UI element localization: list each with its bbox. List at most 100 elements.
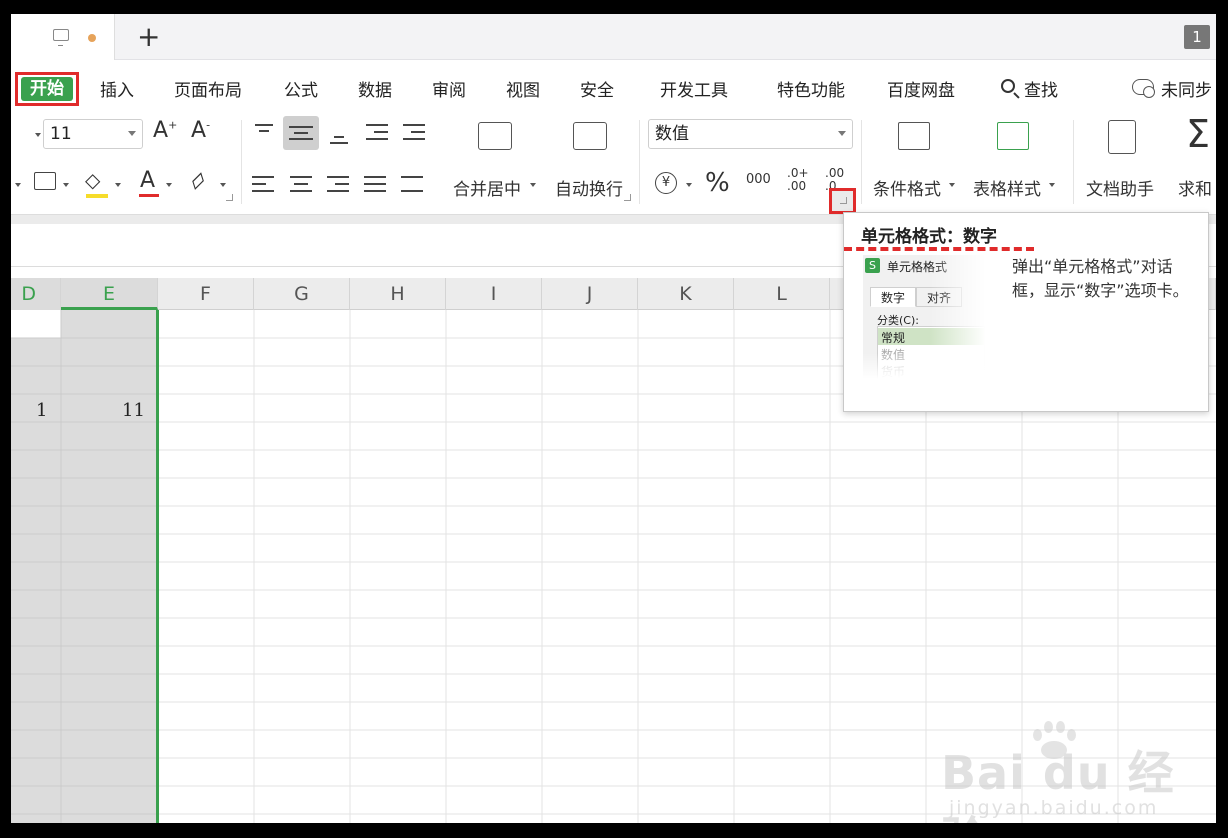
wrap-text-button[interactable]: 自动换行 xyxy=(555,175,623,200)
menu-tab-features[interactable]: 特色功能 xyxy=(777,76,845,101)
font-size-value: 11 xyxy=(50,124,72,144)
cloud-sync-icon xyxy=(1132,79,1155,98)
menu-tab-view[interactable]: 视图 xyxy=(506,76,540,101)
chevron-down-icon xyxy=(838,131,846,136)
align-right-icon[interactable] xyxy=(327,176,351,196)
document-assistant-button[interactable]: 文档助手 xyxy=(1086,175,1154,200)
align-bottom-icon[interactable] xyxy=(328,126,352,146)
preview-list-item: 常规 xyxy=(881,331,906,345)
column-header-f[interactable]: F xyxy=(158,278,254,310)
table-style-dropdown-arrow[interactable] xyxy=(1049,183,1055,187)
menu-tab-baidu-netdisk[interactable]: 百度网盘 xyxy=(887,76,955,101)
column-header-l[interactable]: L xyxy=(734,278,830,310)
eraser-dropdown-arrow[interactable] xyxy=(220,183,226,187)
alignment-dialog-launcher[interactable] xyxy=(624,194,631,201)
table-style-button[interactable]: 表格样式 xyxy=(973,175,1041,200)
increase-decimal-top: .0+ xyxy=(787,166,809,180)
distributed-align-icon[interactable] xyxy=(401,176,425,196)
cell-e4[interactable]: 11 xyxy=(122,400,145,421)
fill-color-icon[interactable]: ◇ xyxy=(85,168,100,192)
eraser-icon[interactable]: ▱ xyxy=(183,166,213,196)
increase-font-icon[interactable]: A+ xyxy=(153,118,177,143)
align-middle-button[interactable] xyxy=(283,116,319,150)
column-header-i[interactable]: I xyxy=(446,278,542,310)
menu-tab-security[interactable]: 安全 xyxy=(580,76,614,101)
launcher-icon xyxy=(840,197,847,204)
justify-icon[interactable] xyxy=(364,176,388,196)
app-window: + 1 开始 插入 页面布局 公式 数据 审阅 视图 安全 开发工具 特色功能 … xyxy=(11,14,1216,823)
menu-tab-insert[interactable]: 插入 xyxy=(100,76,134,101)
number-format-combo[interactable]: 数值 xyxy=(648,119,853,149)
menu-tab-developer[interactable]: 开发工具 xyxy=(660,76,728,101)
column-header-h[interactable]: H xyxy=(350,278,446,310)
decrease-indent-icon[interactable] xyxy=(366,124,390,144)
ribbon-toolbar: 11 A+ A- ◇ A ▱ 合并居中 自动换行 数值 ¥ % 000 .0+ … xyxy=(11,110,1216,214)
menu-tab-page-layout[interactable]: 页面布局 xyxy=(174,76,242,101)
search-button[interactable]: 查找 xyxy=(1024,76,1058,101)
tooltip-description: 弹出“单元格格式”对话框，显示“数字”选项卡。 xyxy=(1012,257,1189,300)
sync-status[interactable]: 未同步 xyxy=(1161,76,1212,101)
selected-range-gridlines xyxy=(11,310,158,823)
column-header-d[interactable]: D xyxy=(11,278,61,310)
currency-dropdown-arrow[interactable] xyxy=(686,183,692,187)
column-header-j[interactable]: J xyxy=(542,278,638,310)
new-tab-button[interactable]: + xyxy=(137,20,160,54)
dashed-highlight-underline xyxy=(844,247,1034,251)
align-top-icon[interactable] xyxy=(252,124,276,144)
ribbon-separator xyxy=(639,120,640,204)
search-icon xyxy=(1001,79,1015,93)
menu-bar: 开始 插入 页面布局 公式 数据 审阅 视图 安全 开发工具 特色功能 百度网盘… xyxy=(11,68,1216,108)
wrap-text-icon xyxy=(573,122,607,150)
increase-decimal-bottom: .00 xyxy=(787,179,807,193)
font-color-icon[interactable]: A xyxy=(140,168,155,193)
decrease-decimal-top: .00 xyxy=(825,166,845,180)
merge-dropdown-arrow[interactable] xyxy=(530,183,536,187)
monitor-icon xyxy=(53,29,69,46)
conditional-format-button[interactable]: 条件格式 xyxy=(873,175,941,200)
column-header-e[interactable]: E xyxy=(61,278,158,310)
menu-tab-formula[interactable]: 公式 xyxy=(284,76,318,101)
border-dropdown-arrow[interactable] xyxy=(63,183,69,187)
decrease-font-icon[interactable]: A- xyxy=(191,118,210,143)
menu-tab-data[interactable]: 数据 xyxy=(358,76,392,101)
font-color-swatch xyxy=(139,194,159,197)
font-name-dropdown-arrow[interactable] xyxy=(35,133,41,137)
chevron-down-icon xyxy=(128,131,136,136)
cond-format-dropdown-arrow[interactable] xyxy=(949,183,955,187)
selection-border xyxy=(156,310,159,823)
merge-center-button[interactable]: 合并居中 xyxy=(453,175,521,200)
unsaved-dot-icon xyxy=(88,34,96,42)
column-header-g[interactable]: G xyxy=(254,278,350,310)
number-format-dialog-launcher[interactable] xyxy=(829,188,856,214)
cell-d4[interactable]: 1 xyxy=(36,400,47,421)
thumbnail-fade-bottom xyxy=(863,353,985,379)
increase-indent-icon[interactable] xyxy=(403,124,427,144)
document-tab[interactable] xyxy=(11,14,115,60)
align-left-icon[interactable] xyxy=(252,176,276,196)
tooltip-popover: 单元格格式：数字 S 单元格格式 数字 对齐 分类(C): 常规 数值 货币 弹… xyxy=(843,212,1209,412)
window-count-badge[interactable]: 1 xyxy=(1184,25,1210,49)
align-center-icon[interactable] xyxy=(290,176,314,196)
font-dialog-launcher[interactable] xyxy=(226,194,233,201)
align-middle-icon xyxy=(289,124,313,144)
increase-decimal-button[interactable]: .0+ .00 xyxy=(787,167,809,193)
merge-center-icon xyxy=(478,122,512,150)
sum-button[interactable]: 求和 xyxy=(1178,175,1212,200)
conditional-format-icon xyxy=(898,122,930,150)
thousands-separator-button[interactable]: 000 xyxy=(746,172,771,187)
percent-button[interactable]: % xyxy=(705,168,730,198)
dropdown-arrow[interactable] xyxy=(15,183,21,187)
menu-tab-start[interactable]: 开始 xyxy=(15,72,79,106)
menu-tab-review[interactable]: 审阅 xyxy=(432,76,466,101)
border-icon[interactable] xyxy=(34,172,56,190)
ribbon-separator xyxy=(861,120,862,204)
tab-bar: + 1 xyxy=(11,14,1216,60)
fill-color-dropdown-arrow[interactable] xyxy=(115,183,121,187)
currency-icon[interactable]: ¥ xyxy=(655,172,677,194)
font-size-combo[interactable]: 11 xyxy=(43,119,143,149)
column-header-k[interactable]: K xyxy=(638,278,734,310)
baidu-jingyan-watermark: Bai du 经验 jingyan.baidu.com xyxy=(941,719,1216,823)
watermark-url: jingyan.baidu.com xyxy=(949,797,1159,819)
tooltip-title: 单元格格式：数字 xyxy=(861,227,997,247)
font-color-dropdown-arrow[interactable] xyxy=(166,183,172,187)
